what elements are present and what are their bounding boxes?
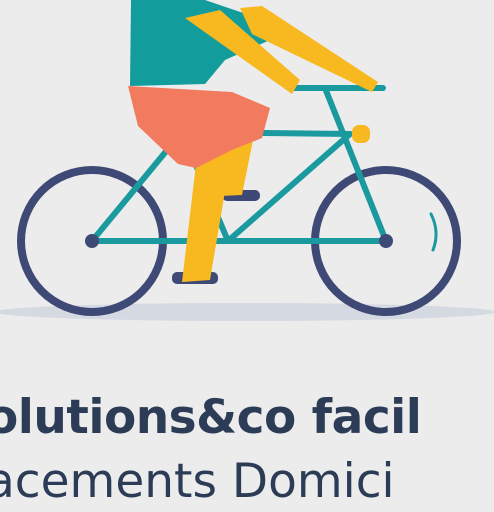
bicycle-illustration [0, 0, 494, 321]
front-wheel-highlight [429, 212, 438, 252]
headline-text: olutions&co facil [0, 390, 422, 445]
subline-text: acements Domici [0, 454, 395, 509]
rear-hub [85, 234, 99, 248]
headlight [352, 125, 370, 143]
front-hub [379, 234, 393, 248]
